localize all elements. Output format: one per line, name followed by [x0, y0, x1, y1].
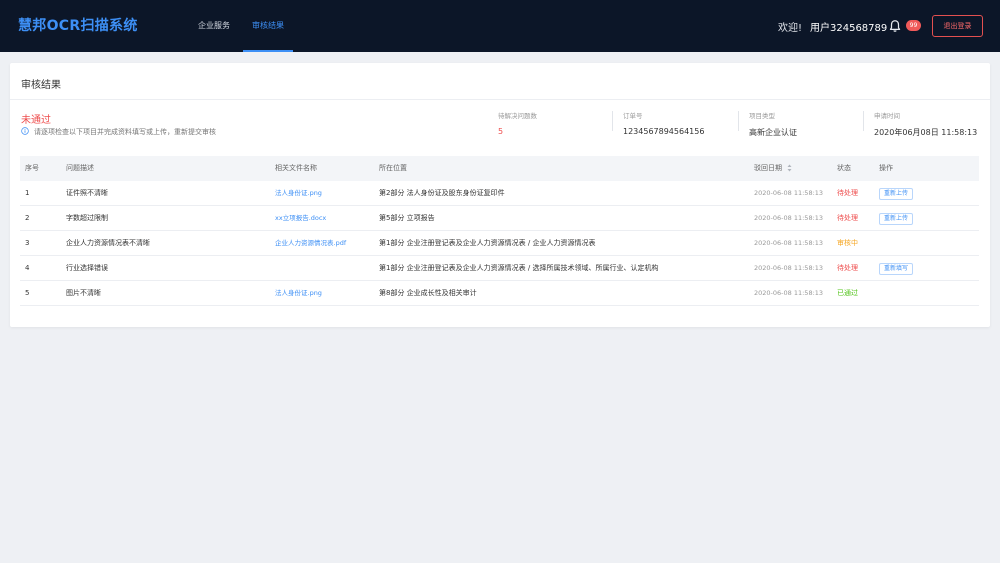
stat-unresolved-issues: 待解决问题数 5 [498, 110, 537, 136]
file-link[interactable]: xx立项报告.docx [275, 206, 326, 231]
stat-divider [612, 111, 613, 131]
file-link[interactable]: 法人身份证.png [275, 281, 322, 306]
header-no: 序号 [25, 164, 39, 172]
header-reject-date[interactable]: 驳回日期 [754, 156, 792, 181]
card-divider [10, 99, 990, 100]
row-location: 第5部分 立项报告 [379, 214, 435, 222]
bell-icon[interactable] [888, 19, 902, 33]
status-badge: 待处理 [837, 264, 858, 272]
header-description: 问题描述 [66, 164, 94, 172]
status-badge: 已通过 [837, 289, 858, 297]
header-status: 状态 [837, 164, 851, 172]
table-row: 3 企业人力资源情况表不清晰 企业人力资源情况表.pdf 第1部分 企业注册登记… [20, 231, 979, 256]
username[interactable]: 用户324568789 [810, 19, 887, 34]
stat-label: 待解决问题数 [498, 112, 537, 120]
row-description: 图片不清晰 [66, 289, 101, 297]
issues-table: 序号 问题描述 相关文件名称 所在位置 驳回日期 状态 操作 1 证件照不清晰 … [20, 156, 979, 306]
row-no: 3 [25, 239, 30, 247]
stat-divider [863, 111, 864, 131]
row-description: 行业选择错误 [66, 264, 108, 272]
stat-label: 项目类型 [749, 112, 775, 120]
row-no: 4 [25, 264, 30, 272]
nav-label: 审核结果 [252, 21, 284, 30]
stat-application-time: 申请时间 2020年06月08日 11:58:13 [874, 110, 977, 138]
refill-button[interactable]: 重新填写 [879, 263, 914, 275]
notification-badge: 99 [906, 20, 921, 31]
hint-text: 请逐项检查以下项目并完成资料填写或上传，重新提交审核 [34, 128, 216, 136]
row-date: 2020-06-08 11:58:13 [754, 264, 824, 272]
reupload-button[interactable]: 重新上传 [879, 213, 914, 225]
file-link[interactable]: 企业人力资源情况表.pdf [275, 231, 346, 256]
row-location: 第1部分 企业注册登记表及企业人力资源情况表 / 选择所属技术领域、所属行业、认… [379, 264, 659, 272]
stat-project-type: 项目类型 高新企业认证 [749, 110, 797, 138]
row-location: 第2部分 法人身份证及股东身份证复印件 [379, 189, 505, 197]
stat-value: 1234567894564156 [623, 127, 705, 136]
row-location: 第1部分 企业注册登记表及企业人力资源情况表 / 企业人力资源情况表 [379, 239, 596, 247]
header-location: 所在位置 [379, 164, 407, 172]
stat-value: 2020年06月08日 11:58:13 [874, 128, 978, 137]
row-location: 第8部分 企业成长性及相关审计 [379, 289, 477, 297]
nav-label: 企业服务 [198, 21, 230, 30]
stat-value: 5 [498, 127, 504, 136]
sort-icon[interactable] [787, 164, 792, 172]
row-date: 2020-06-08 11:58:13 [754, 189, 824, 197]
card-title: 审核结果 [21, 80, 61, 91]
stat-label: 订单号 [623, 112, 643, 120]
welcome-text: 欢迎! [778, 23, 803, 34]
nav-review-results[interactable]: 审核结果 [243, 0, 293, 52]
table-row: 4 行业选择错误 第1部分 企业注册登记表及企业人力资源情况表 / 选择所属技术… [20, 256, 979, 281]
row-description: 证件照不清晰 [66, 189, 108, 197]
nav-enterprise-services[interactable]: 企业服务 [198, 0, 230, 52]
stat-value: 高新企业认证 [749, 128, 797, 137]
stat-order-number: 订单号 1234567894564156 [623, 110, 704, 136]
status-badge: 待处理 [837, 214, 858, 222]
row-no: 2 [25, 214, 30, 222]
status-badge: 待处理 [837, 189, 858, 197]
table-header: 序号 问题描述 相关文件名称 所在位置 驳回日期 状态 操作 [20, 156, 979, 181]
top-navigation-bar: 慧邦OCR扫描系统 企业服务 审核结果 欢迎! 用户324568789 99 退… [0, 0, 1000, 52]
review-status: 未通过 [21, 115, 51, 126]
header-action: 操作 [879, 164, 893, 172]
app-logo[interactable]: 慧邦OCR扫描系统 [18, 15, 138, 35]
row-no: 5 [25, 289, 30, 297]
table-row: 5 图片不清晰 法人身份证.png 第8部分 企业成长性及相关审计 2020-0… [20, 281, 979, 306]
row-date: 2020-06-08 11:58:13 [754, 289, 824, 297]
row-description: 字数超过限制 [66, 214, 108, 222]
reupload-button[interactable]: 重新上传 [879, 188, 914, 200]
header-file-name: 相关文件名称 [275, 164, 317, 172]
stat-divider [738, 111, 739, 131]
logout-button[interactable]: 退出登录 [932, 15, 983, 37]
stat-label: 申请时间 [874, 112, 900, 120]
header-reject-date-label: 驳回日期 [754, 164, 782, 172]
row-date: 2020-06-08 11:58:13 [754, 214, 824, 222]
nav-active-indicator [243, 50, 293, 52]
row-description: 企业人力资源情况表不清晰 [66, 239, 150, 247]
row-no: 1 [25, 189, 30, 197]
row-date: 2020-06-08 11:58:13 [754, 239, 824, 247]
file-link[interactable]: 法人身份证.png [275, 181, 322, 206]
review-result-card: 审核结果 未通过 请逐项检查以下项目并完成资料填写或上传，重新提交审核 待解决问… [10, 63, 990, 327]
info-icon [21, 127, 29, 135]
status-badge: 审核中 [837, 239, 858, 247]
table-row: 2 字数超过限制 xx立项报告.docx 第5部分 立项报告 2020-06-0… [20, 206, 979, 231]
table-row: 1 证件照不清晰 法人身份证.png 第2部分 法人身份证及股东身份证复印件 2… [20, 181, 979, 206]
